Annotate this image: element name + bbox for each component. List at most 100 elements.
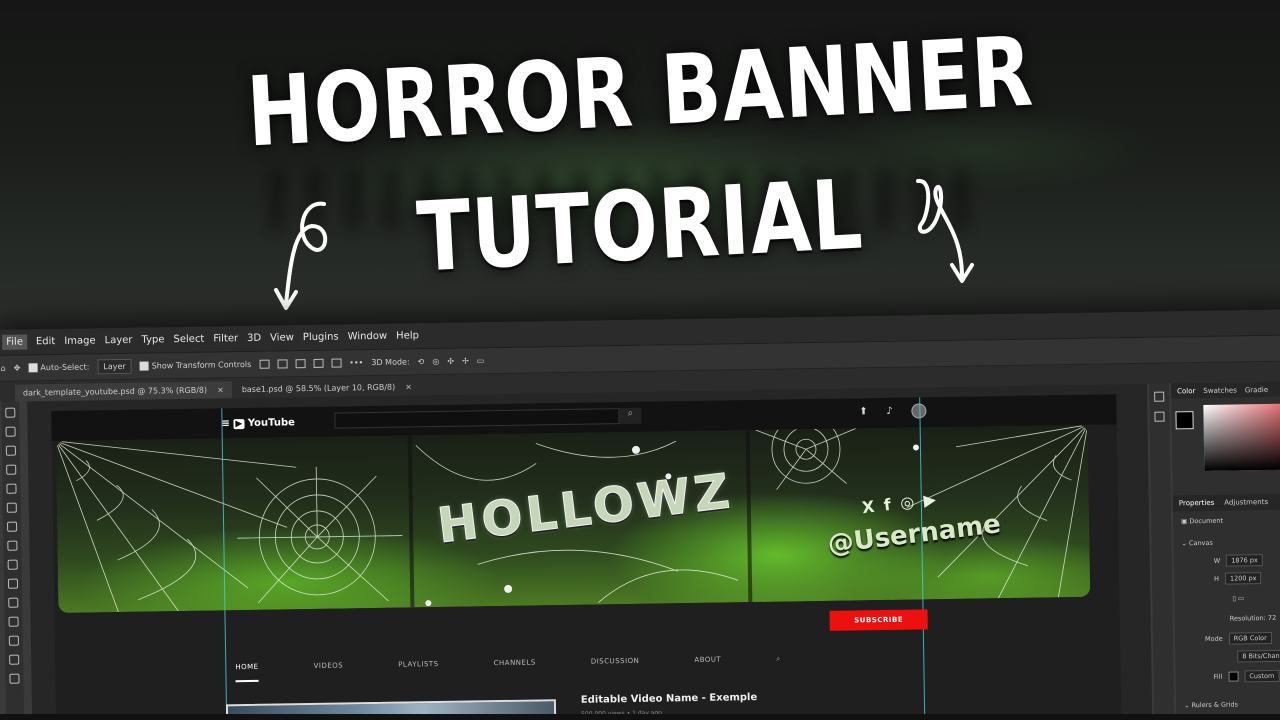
align-left-icon[interactable] <box>313 358 324 368</box>
close-icon[interactable]: × <box>217 385 224 394</box>
width-row: W 1876 px <box>1214 554 1263 567</box>
search-icon[interactable]: ⌕ <box>619 407 642 425</box>
subscribe-button[interactable]: SUBSCRIBE <box>829 609 928 631</box>
tab-properties[interactable]: Properties <box>1179 499 1215 508</box>
tools-panel <box>1 401 25 720</box>
tab-playlists[interactable]: PLAYLISTS <box>398 660 439 680</box>
3d-camera-icon[interactable]: ▭ <box>477 356 485 365</box>
history-icon[interactable] <box>1154 391 1165 402</box>
marquee-tool-icon[interactable] <box>5 426 16 437</box>
youtube-logo-text: YouTube <box>247 417 295 429</box>
3d-slide-icon[interactable]: ✢ <box>462 357 469 366</box>
fill-swatch[interactable] <box>1228 671 1239 682</box>
menu-select[interactable]: Select <box>173 334 204 345</box>
dodge-tool-icon[interactable] <box>9 673 20 684</box>
doc-tab-label: dark_template_youtube.psd @ 75.3% (RGB/8… <box>22 385 208 398</box>
menu-filter[interactable]: Filter <box>213 333 238 344</box>
menu-edit[interactable]: Edit <box>36 336 56 347</box>
document-row: ▣ Document <box>1181 516 1224 526</box>
home-icon[interactable]: ⌂ <box>1 364 6 373</box>
3d-pan-icon[interactable]: ✣ <box>447 357 454 366</box>
transform-controls-label: Show Transform Controls <box>151 359 252 371</box>
auto-select-dropdown[interactable]: Layer <box>97 358 132 375</box>
youtube-search-input[interactable] <box>334 408 620 429</box>
close-icon[interactable]: × <box>405 382 412 391</box>
document-canvas[interactable]: ≡ ▶ YouTube ⌕ ⬆ ♪ HOLLOWZ X f ◎ ▶ @Usern… <box>51 394 1122 720</box>
transform-controls-checkbox[interactable]: Show Transform Controls <box>139 359 252 371</box>
menu-type[interactable]: Type <box>141 334 164 345</box>
height-row: H 1200 px <box>1214 572 1262 585</box>
comments-icon[interactable] <box>1154 411 1165 422</box>
fill-row: Fill Custom <box>1214 669 1280 683</box>
auto-select-label: Auto-Select: <box>40 362 90 373</box>
align-bottom-icon[interactable] <box>295 359 306 369</box>
crop-tool-icon[interactable] <box>6 483 17 494</box>
canvas-area[interactable]: ≡ ▶ YouTube ⌕ ⬆ ♪ HOLLOWZ X f ◎ ▶ @Usern… <box>27 383 1153 720</box>
tab-about[interactable]: ABOUT <box>694 656 721 675</box>
quick-select-tool-icon[interactable] <box>6 464 17 475</box>
menu-window[interactable]: Window <box>348 331 388 343</box>
bell-icon[interactable]: ♪ <box>886 406 893 417</box>
3d-mode-label: 3D Mode: <box>371 357 410 368</box>
channel-banner: HOLLOWZ X f ◎ ▶ @Username <box>55 424 1091 613</box>
3d-roll-icon[interactable]: ◎ <box>432 357 439 366</box>
tab-color[interactable]: Color <box>1177 387 1195 395</box>
panel-icon-strip <box>1148 383 1175 720</box>
rulers-label: Rulers & Grids <box>1191 700 1239 710</box>
tab-channels[interactable]: CHANNELS <box>494 659 536 679</box>
align-top-icon[interactable] <box>259 359 270 369</box>
foreground-color-swatch[interactable] <box>1175 411 1194 430</box>
menu-3d[interactable]: 3D <box>247 333 261 344</box>
menu-layer[interactable]: Layer <box>105 335 133 346</box>
menu-view[interactable]: View <box>270 332 294 343</box>
rulers-section-header[interactable]: ⌄ Rulers & Grids <box>1184 700 1238 709</box>
lasso-tool-icon[interactable] <box>5 445 16 456</box>
height-label: H <box>1213 574 1220 583</box>
tab-videos[interactable]: VIDEOS <box>314 662 344 681</box>
menu-help[interactable]: Help <box>396 330 419 341</box>
eyedropper-tool-icon[interactable] <box>7 521 18 532</box>
tab-adjustments[interactable]: Adjustments <box>1224 498 1268 507</box>
tab-discussion[interactable]: DISCUSSION <box>591 657 640 677</box>
brush-tool-icon[interactable] <box>7 559 18 570</box>
distribute-icon[interactable] <box>331 358 342 368</box>
mode-dropdown[interactable]: RGB Color <box>1228 631 1272 645</box>
mode-label: Mode <box>1204 634 1223 643</box>
bottom-edge <box>0 714 1280 720</box>
orientation-icons[interactable]: ▯ ▭ <box>1232 594 1244 602</box>
eraser-tool-icon[interactable] <box>8 616 19 627</box>
properties-panel-tabs: Properties Adjustments <box>1172 493 1280 512</box>
canvas-label: Canvas <box>1188 538 1213 548</box>
height-input[interactable]: 1200 px <box>1224 572 1262 585</box>
youtube-logo: ≡ ▶ YouTube <box>221 417 295 430</box>
color-picker-field[interactable] <box>1203 403 1280 471</box>
resolution-label: Resolution: 72 <box>1229 613 1277 623</box>
document-label: Document <box>1189 516 1224 526</box>
menu-image[interactable]: Image <box>64 335 95 346</box>
gradient-tool-icon[interactable] <box>8 635 19 646</box>
move-tool-icon[interactable]: ✥ <box>14 364 21 373</box>
width-input[interactable]: 1876 px <box>1226 554 1263 567</box>
video-title[interactable]: Editable Video Name - Exemple <box>581 692 758 706</box>
fill-dropdown[interactable]: Custom <box>1244 669 1280 683</box>
align-middle-icon[interactable] <box>277 359 288 369</box>
tab-gradients[interactable]: Gradie <box>1245 386 1268 394</box>
more-options-icon[interactable]: ••• <box>349 358 363 367</box>
tab-home[interactable]: HOME <box>235 662 259 683</box>
stamp-tool-icon[interactable] <box>7 578 19 589</box>
menu-file[interactable]: File <box>2 334 28 350</box>
upload-icon[interactable]: ⬆ <box>859 406 868 417</box>
bit-depth-dropdown[interactable]: 8 Bits/Chann <box>1237 649 1280 663</box>
tab-swatches[interactable]: Swatches <box>1203 386 1237 395</box>
3d-orbit-icon[interactable]: ⟲ <box>418 357 425 366</box>
menu-plugins[interactable]: Plugins <box>303 332 339 344</box>
frame-tool-icon[interactable] <box>6 502 17 513</box>
blur-tool-icon[interactable] <box>9 654 20 665</box>
history-brush-icon[interactable] <box>8 597 19 608</box>
right-panels: Color Swatches Gradie Properties Adjustm… <box>1170 381 1280 720</box>
healing-tool-icon[interactable] <box>7 540 18 551</box>
auto-select-checkbox[interactable]: Auto-Select: <box>28 362 90 373</box>
canvas-section-header[interactable]: ⌄ Canvas <box>1181 539 1212 547</box>
move-tool-icon[interactable] <box>5 407 16 418</box>
search-icon[interactable]: ⌕ <box>776 655 781 674</box>
